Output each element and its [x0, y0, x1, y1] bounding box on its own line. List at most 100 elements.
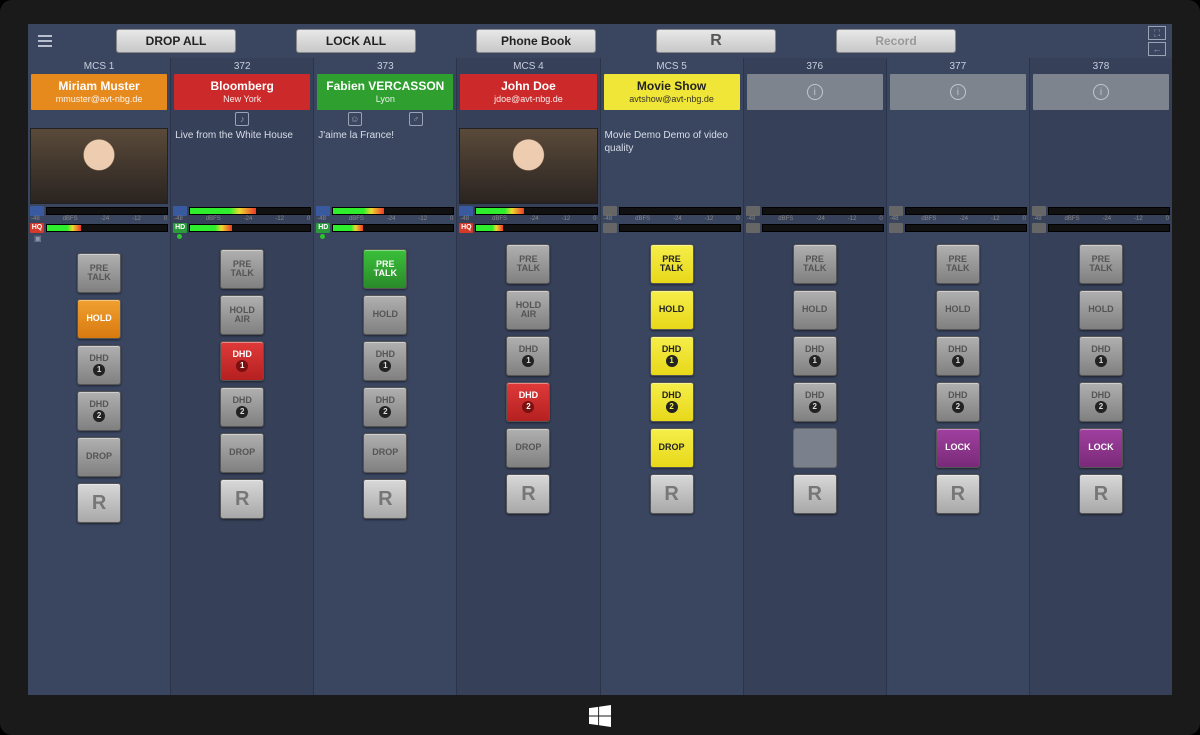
caller-video-thumb[interactable] [30, 128, 168, 204]
level-meter [905, 224, 1027, 232]
window-controls: ⛶ ← [1148, 26, 1166, 56]
meters: -48dBFS-24-120 HD [171, 204, 313, 243]
r-button[interactable]: R [506, 474, 550, 514]
info-icon[interactable]: i [1093, 84, 1109, 100]
meter-badge [746, 206, 760, 216]
r-button[interactable]: R [656, 29, 776, 53]
drop-button[interactable]: DROP [77, 437, 121, 477]
caller-video-thumb[interactable] [459, 128, 597, 204]
caller-card[interactable]: i [1033, 74, 1169, 110]
dhd-button[interactable]: DHD2 [77, 391, 121, 431]
dhd-button[interactable]: DHD1 [363, 341, 407, 381]
dhd-button[interactable]: DHD1 [77, 345, 121, 385]
pre-button[interactable]: PRETALK [363, 249, 407, 289]
dhd-button[interactable]: DHD1 [793, 336, 837, 376]
meter-badge: HQ [30, 223, 44, 233]
caller-card[interactable]: Movie Show avtshow@avt-nbg.de [604, 74, 740, 110]
caller-card[interactable]: i [747, 74, 883, 110]
r-button[interactable]: R [936, 474, 980, 514]
male-icon: ♂ [409, 112, 423, 126]
caller-card[interactable]: Bloomberg New York [174, 74, 310, 110]
channel-label: MCS 1 [28, 58, 170, 74]
drop-button[interactable]: DROP [650, 428, 694, 468]
lock-button[interactable]: LOCK [936, 428, 980, 468]
hold-button[interactable]: HOLD [793, 290, 837, 330]
r-button[interactable]: R [1079, 474, 1123, 514]
meters: -48dBFS-24-120 [887, 204, 1029, 238]
caller-name: Fabien VERCASSON [326, 80, 444, 93]
meter-badge: HQ [459, 223, 473, 233]
active-dot-icon [177, 234, 182, 239]
caller-tags: ♪ [171, 110, 313, 128]
note-area [28, 128, 170, 204]
caller-note: Movie Demo Demo of video quality [603, 128, 741, 204]
dhd-button[interactable]: DHD2 [650, 382, 694, 422]
dhd-button[interactable]: DHD2 [506, 382, 550, 422]
dhd-button[interactable]: DHD2 [793, 382, 837, 422]
pre-button[interactable]: PRETALK [650, 244, 694, 284]
caller-card[interactable]: John Doe jdoe@avt-nbg.de [460, 74, 596, 110]
dhd-button[interactable]: DHD2 [1079, 382, 1123, 422]
pre-button[interactable]: PRETALK [77, 253, 121, 293]
drop-button[interactable]: DROP [506, 428, 550, 468]
hold-button[interactable]: HOLD [650, 290, 694, 330]
meters: -48dBFS-24-120 HQ [457, 204, 599, 238]
lock-all-button[interactable]: LOCK ALL [296, 29, 416, 53]
hold-button[interactable]: HOLD [936, 290, 980, 330]
tablet-frame: DROP ALL LOCK ALL Phone Book R Record ⛶ … [0, 0, 1200, 735]
pre-button[interactable]: PRETALK [1079, 244, 1123, 284]
pre-button[interactable]: PRETALK [793, 244, 837, 284]
meter-badge [889, 223, 903, 233]
caller-card[interactable]: Fabien VERCASSON Lyon [317, 74, 453, 110]
dhd-button[interactable]: DHD2 [220, 387, 264, 427]
pre-button[interactable]: PRETALK [506, 244, 550, 284]
level-meter [189, 224, 311, 232]
info-icon[interactable]: i [950, 84, 966, 100]
pre-button[interactable]: PRETALK [936, 244, 980, 284]
back-icon[interactable]: ← [1148, 42, 1166, 56]
dhd-button[interactable]: DHD1 [936, 336, 980, 376]
note-area [887, 128, 1029, 204]
channel-buttons: PRETALK HOLD DHD1 DHD2 DROP R [601, 238, 743, 518]
caller-card[interactable]: Miriam Muster mmuster@avt-nbg.de [31, 74, 167, 110]
drop-button[interactable]: DROP [220, 433, 264, 473]
caller-name: John Doe [501, 80, 556, 93]
level-meter [332, 224, 454, 232]
drop-all-button[interactable]: DROP ALL [116, 29, 236, 53]
hold-button[interactable]: HOLDAIR [506, 290, 550, 330]
lock-button[interactable]: LOCK [1079, 428, 1123, 468]
dhd-button[interactable]: DHD1 [650, 336, 694, 376]
phone-book-button[interactable]: Phone Book [476, 29, 596, 53]
meter-badge [603, 206, 617, 216]
hold-button[interactable]: HOLDAIR [220, 295, 264, 335]
meter-badge [173, 206, 187, 216]
level-meter [46, 224, 168, 232]
caller-name: Miriam Muster [58, 80, 139, 93]
r-button[interactable]: R [363, 479, 407, 519]
info-icon[interactable]: i [807, 84, 823, 100]
fullscreen-icon[interactable]: ⛶ [1148, 26, 1166, 40]
drop-button[interactable]: DROP [363, 433, 407, 473]
hold-button[interactable]: HOLD [77, 299, 121, 339]
dhd-button[interactable]: DHD1 [1079, 336, 1123, 376]
dhd-button[interactable]: DHD1 [506, 336, 550, 376]
dhd-button[interactable]: DHD2 [936, 382, 980, 422]
r-button[interactable]: R [77, 483, 121, 523]
hold-button[interactable]: HOLD [1079, 290, 1123, 330]
dhd-button[interactable]: DHD2 [363, 387, 407, 427]
note-area: Movie Demo Demo of video quality [601, 128, 743, 204]
hold-button[interactable]: HOLD [363, 295, 407, 335]
record-button[interactable]: Record [836, 29, 956, 53]
pre-button[interactable]: PRETALK [220, 249, 264, 289]
level-meter [475, 224, 597, 232]
meter-badge: HD [173, 223, 187, 233]
caller-tags [887, 110, 1029, 128]
caller-card[interactable]: i [890, 74, 1026, 110]
r-button[interactable]: R [793, 474, 837, 514]
menu-icon[interactable] [34, 30, 56, 52]
windows-logo-icon[interactable] [589, 705, 611, 727]
r-button[interactable]: R [650, 474, 694, 514]
dhd-button[interactable]: DHD1 [220, 341, 264, 381]
r-button[interactable]: R [220, 479, 264, 519]
app-screen: DROP ALL LOCK ALL Phone Book R Record ⛶ … [28, 24, 1172, 695]
